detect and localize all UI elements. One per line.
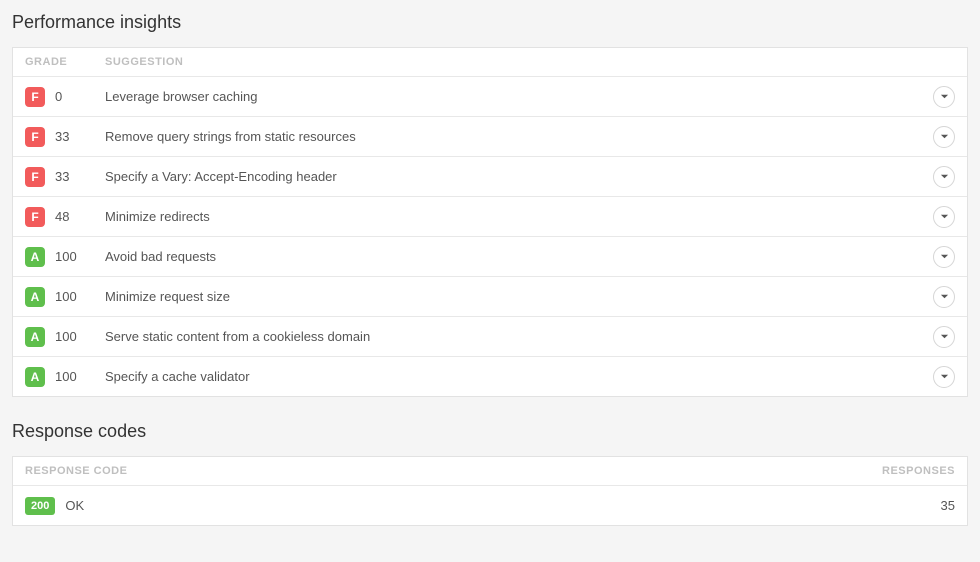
expand-cell [925, 326, 955, 348]
response-codes-section: Response codes RESPONSE CODE RESPONSES 2… [12, 421, 968, 526]
expand-button[interactable] [933, 326, 955, 348]
grade-score: 100 [55, 249, 77, 264]
grade-score: 100 [55, 329, 77, 344]
expand-button[interactable] [933, 366, 955, 388]
grade-cell: F 33 [25, 127, 105, 147]
expand-cell [925, 286, 955, 308]
chevron-down-icon [940, 129, 949, 144]
expand-cell [925, 206, 955, 228]
chevron-down-icon [940, 169, 949, 184]
response-codes-table-header: RESPONSE CODE RESPONSES [13, 457, 967, 485]
grade-score: 0 [55, 89, 62, 104]
table-row[interactable]: F 33 Remove query strings from static reso… [13, 116, 967, 156]
response-code-badge: 200 [25, 497, 55, 515]
grade-badge: A [25, 327, 45, 347]
chevron-down-icon [940, 89, 949, 104]
grade-cell: A 100 [25, 367, 105, 387]
expand-button[interactable] [933, 206, 955, 228]
expand-button[interactable] [933, 126, 955, 148]
chevron-down-icon [940, 329, 949, 344]
grade-score: 100 [55, 369, 77, 384]
chevron-down-icon [940, 369, 949, 384]
suggestion-cell: Specify a cache validator [105, 369, 925, 384]
suggestion-cell: Minimize request size [105, 289, 925, 304]
responses-count: 35 [855, 498, 955, 513]
grade-cell: A 100 [25, 247, 105, 267]
response-code-cell: 200 OK [25, 497, 185, 515]
response-codes-table: RESPONSE CODE RESPONSES 200 OK 35 [12, 456, 968, 526]
grade-score: 48 [55, 209, 69, 224]
grade-cell: F0 [25, 87, 105, 107]
table-row[interactable]: F 33 Specify a Vary: Accept-Encoding heade… [13, 156, 967, 196]
expand-cell [925, 246, 955, 268]
response-codes-title: Response codes [12, 421, 968, 442]
grade-badge: F [25, 127, 45, 147]
grade-badge: A [25, 287, 45, 307]
chevron-down-icon [940, 249, 949, 264]
column-header-responses: RESPONSES [185, 465, 955, 477]
performance-insights-title: Performance insights [12, 12, 968, 33]
expand-cell [925, 366, 955, 388]
expand-button[interactable] [933, 86, 955, 108]
expand-button[interactable] [933, 166, 955, 188]
performance-insights-section: Performance insights GRADE SUGGESTION F0… [12, 12, 968, 397]
column-header-grade: GRADE [25, 56, 105, 68]
suggestion-cell: Leverage browser caching [105, 89, 925, 104]
performance-table-header: GRADE SUGGESTION [13, 48, 967, 76]
expand-cell [925, 126, 955, 148]
performance-table: GRADE SUGGESTION F0Leverage browser cach… [12, 47, 968, 397]
suggestion-cell: Specify a Vary: Accept-Encoding header [105, 169, 925, 184]
grade-badge: F [25, 167, 45, 187]
expand-cell [925, 86, 955, 108]
table-row[interactable]: A 100 Minimize request size [13, 276, 967, 316]
suggestion-cell: Avoid bad requests [105, 249, 925, 264]
response-code-text: OK [65, 498, 185, 513]
grade-score: 100 [55, 289, 77, 304]
grade-score: 33 [55, 129, 69, 144]
table-row[interactable]: F0Leverage browser caching [13, 76, 967, 116]
expand-button[interactable] [933, 286, 955, 308]
expand-cell [925, 166, 955, 188]
grade-cell: A 100 [25, 287, 105, 307]
grade-badge: F [25, 87, 45, 107]
grade-badge: F [25, 207, 45, 227]
expand-button[interactable] [933, 246, 955, 268]
chevron-down-icon [940, 289, 949, 304]
table-row[interactable]: A 100 Specify a cache validator [13, 356, 967, 396]
grade-cell: A 100 [25, 327, 105, 347]
chevron-down-icon [940, 209, 949, 224]
column-header-suggestion: SUGGESTION [105, 56, 955, 68]
table-row: 200 OK 35 [13, 485, 967, 525]
suggestion-cell: Minimize redirects [105, 209, 925, 224]
grade-badge: A [25, 247, 45, 267]
table-row[interactable]: F 48 Minimize redirects [13, 196, 967, 236]
suggestion-cell: Serve static content from a cookieless d… [105, 329, 925, 344]
grade-score: 33 [55, 169, 69, 184]
suggestion-cell: Remove query strings from static resourc… [105, 129, 925, 144]
grade-cell: F 48 [25, 207, 105, 227]
table-row[interactable]: A 100 Avoid bad requests [13, 236, 967, 276]
table-row[interactable]: A 100 Serve static content from a cookiele… [13, 316, 967, 356]
grade-cell: F 33 [25, 167, 105, 187]
column-header-response-code: RESPONSE CODE [25, 465, 185, 477]
grade-badge: A [25, 367, 45, 387]
